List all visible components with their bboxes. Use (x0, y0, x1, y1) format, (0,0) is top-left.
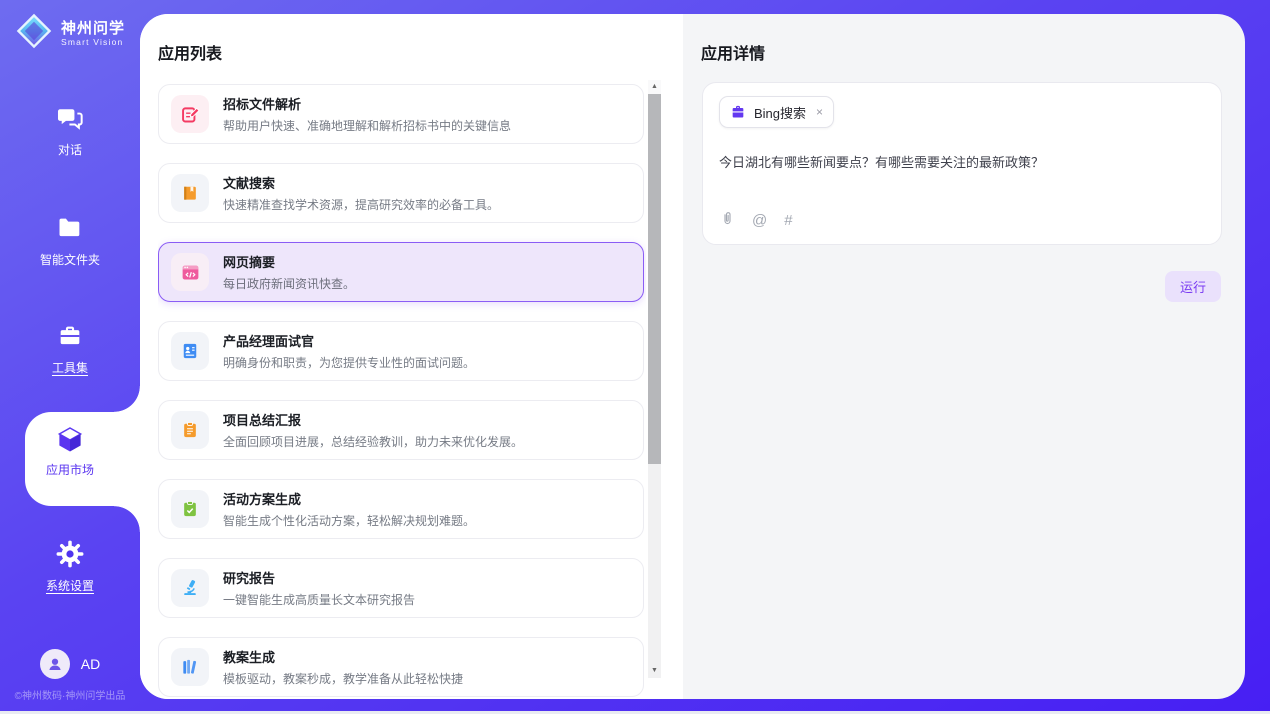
doc-edit-icon (171, 95, 209, 133)
toolbox-icon (0, 322, 140, 352)
sidebar-item-label: 对话 (0, 141, 140, 158)
scrollbar-thumb[interactable] (648, 94, 661, 464)
mention-icon[interactable]: @ (752, 212, 767, 229)
tool-chip-bing-search[interactable]: Bing搜索 × (719, 96, 834, 128)
sidebar-item-label: 系统设置 (0, 577, 140, 594)
app-card[interactable]: 网页摘要 每日政府新闻资讯快查。 (158, 242, 644, 302)
sidebar-item-folder[interactable]: 智能文件夹 (0, 214, 140, 268)
avatar (40, 649, 70, 679)
clipboard-icon (171, 411, 209, 449)
sidebar-item-gear[interactable]: 系统设置 (0, 540, 140, 594)
user-account[interactable]: AD (0, 649, 140, 679)
app-card-title: 教案生成 (223, 647, 463, 666)
scroll-up-icon[interactable]: ▲ (648, 80, 661, 94)
app-card-title: 研究报告 (223, 568, 415, 587)
content-area: 应用列表 招标文件解析 帮助用户快速、准确地理解和解析招标书中的关键信息 文献搜… (140, 14, 1245, 699)
app-card-title: 招标文件解析 (223, 94, 511, 113)
app-card-desc: 快速精准查找学术资源，提高研究效率的必备工具。 (223, 196, 499, 213)
app-detail-panel: 应用详情 Bing搜索 × 今日湖北有哪些新闻要点？有哪些需要关注的最新政策？ (683, 14, 1245, 699)
clipboard-check-icon (171, 490, 209, 528)
brand-name: 神州问学 (61, 20, 125, 37)
gear-icon (0, 540, 140, 570)
app-cards: 招标文件解析 帮助用户快速、准确地理解和解析招标书中的关键信息 文献搜索 快速精… (158, 84, 646, 699)
brand-subtitle: Smart Vision (61, 37, 125, 47)
app-card-desc: 明确身份和职责，为您提供专业性的面试问题。 (223, 354, 475, 371)
app-card-desc: 模板驱动，教案秒成，教学准备从此轻松快捷 (223, 670, 463, 687)
folder-icon (0, 214, 140, 244)
query-text[interactable]: 今日湖北有哪些新闻要点？有哪些需要关注的最新政策？ (719, 154, 1205, 172)
app-card[interactable]: 产品经理面试官 明确身份和职责，为您提供专业性的面试问题。 (158, 321, 644, 381)
briefcase-icon (730, 104, 746, 120)
copyright-footer: ©神州数码·神州问学出品 (0, 687, 140, 702)
app-card[interactable]: 研究报告 一键智能生成高质量长文本研究报告 (158, 558, 644, 618)
app-card-desc: 一键智能生成高质量长文本研究报告 (223, 591, 415, 608)
run-button[interactable]: 运行 (1165, 271, 1221, 302)
tool-chip-label: Bing搜索 (754, 103, 806, 122)
person-icon (46, 655, 64, 673)
browser-code-icon (171, 253, 209, 291)
app-card-title: 产品经理面试官 (223, 331, 475, 350)
scroll-down-icon[interactable]: ▼ (648, 664, 661, 678)
attachment-icon[interactable] (720, 210, 735, 231)
app-card-title: 网页摘要 (223, 252, 355, 271)
app-card-desc: 智能生成个性化活动方案，轻松解决规划难题。 (223, 512, 475, 529)
microscope-icon (171, 569, 209, 607)
resume-icon (171, 332, 209, 370)
cube-icon (0, 424, 140, 454)
app-card-desc: 帮助用户快速、准确地理解和解析招标书中的关键信息 (223, 117, 511, 134)
app-card-title: 文献搜索 (223, 173, 499, 192)
sidebar-item-chat[interactable]: 对话 (0, 104, 140, 158)
app-card[interactable]: 文献搜索 快速精准查找学术资源，提高研究效率的必备工具。 (158, 163, 644, 223)
app-list-panel: 应用列表 招标文件解析 帮助用户快速、准确地理解和解析招标书中的关键信息 文献搜… (140, 14, 683, 699)
composer-toolbar: @ # (720, 210, 793, 231)
app-card[interactable]: 项目总结汇报 全面回顾项目进展，总结经验教训，助力未来优化发展。 (158, 400, 644, 460)
sidebar-item-toolbox[interactable]: 工具集 (0, 322, 140, 376)
app-card-desc: 每日政府新闻资讯快查。 (223, 275, 355, 292)
app-card-desc: 全面回顾项目进展，总结经验教训，助力未来优化发展。 (223, 433, 523, 450)
chat-icon (0, 104, 140, 134)
close-icon[interactable]: × (816, 105, 823, 119)
scrollbar[interactable]: ▲ ▼ (648, 80, 661, 678)
sidebar-item-label: 智能文件夹 (0, 251, 140, 268)
books-icon (171, 648, 209, 686)
app-card[interactable]: 教案生成 模板驱动，教案秒成，教学准备从此轻松快捷 (158, 637, 644, 697)
app-frame: 神州问学 Smart Vision 对话 智能文件夹 工具集 应用市场 系统设置… (0, 0, 1270, 711)
brand-logo: 神州问学 Smart Vision (14, 11, 125, 56)
app-card[interactable]: 招标文件解析 帮助用户快速、准确地理解和解析招标书中的关键信息 (158, 84, 644, 144)
app-list-title: 应用列表 (158, 40, 222, 64)
prompt-composer[interactable]: Bing搜索 × 今日湖北有哪些新闻要点？有哪些需要关注的最新政策？ @ # (702, 82, 1222, 245)
sidebar: 神州问学 Smart Vision 对话 智能文件夹 工具集 应用市场 系统设置… (0, 0, 140, 711)
sidebar-item-label: 应用市场 (0, 461, 140, 478)
hash-icon[interactable]: # (784, 212, 792, 229)
sidebar-item-cube[interactable]: 应用市场 (0, 424, 140, 478)
user-initials: AD (81, 656, 100, 672)
diamond-logo-icon (14, 11, 54, 56)
app-card[interactable]: 活动方案生成 智能生成个性化活动方案，轻松解决规划难题。 (158, 479, 644, 539)
book-icon (171, 174, 209, 212)
app-card-title: 活动方案生成 (223, 489, 475, 508)
app-card-title: 项目总结汇报 (223, 410, 523, 429)
sidebar-item-label: 工具集 (0, 359, 140, 376)
app-detail-title: 应用详情 (701, 40, 765, 64)
